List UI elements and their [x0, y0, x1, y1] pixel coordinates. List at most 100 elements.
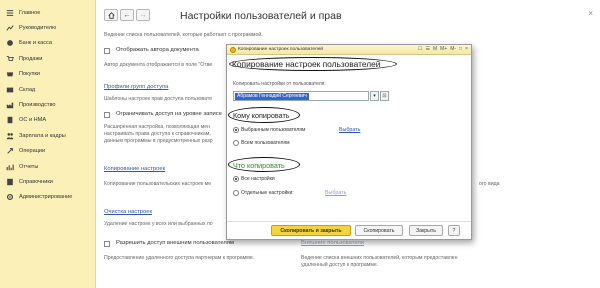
copy-button[interactable]: Скопировать — [355, 225, 403, 236]
sidebar-item-label: Продажи — [19, 55, 43, 62]
coin-icon — [6, 39, 14, 47]
sidebar-item-3[interactable]: Продажи — [0, 51, 95, 66]
app-logo-icon — [230, 46, 236, 53]
report-icon — [6, 163, 14, 171]
sidebar-item-label: Операции — [19, 148, 46, 155]
sidebar-item-12[interactable]: Администрирование — [0, 190, 95, 205]
external-users-link[interactable]: Внешние пользователи — [301, 240, 364, 246]
sidebar-item-4[interactable]: Покупки — [0, 67, 95, 82]
sidebar-item-2[interactable]: Банк и касса — [0, 36, 95, 51]
window-control-0[interactable]: ☐ — [418, 46, 422, 52]
sidebar-item-10[interactable]: Отчеты — [0, 159, 95, 174]
window-control-4[interactable]: M- — [450, 46, 456, 52]
sidebar-item-label: Отчеты — [19, 163, 39, 170]
radio-selected-settings-label: Отдельные настройки: — [241, 190, 294, 196]
window-control-3[interactable]: M+ — [440, 46, 447, 52]
clear-settings-desc: Удаление настроек у всех или выбранных п… — [104, 221, 213, 227]
window-control-6[interactable]: × — [465, 46, 468, 52]
sidebar-item-9[interactable]: Операции — [0, 144, 95, 159]
sidebar-item-label: Главное — [19, 9, 41, 16]
operations-icon — [6, 147, 14, 155]
sidebar-item-0[interactable]: Главное — [0, 5, 95, 20]
close-button[interactable]: Закрыть — [409, 225, 443, 236]
sidebar-item-6[interactable]: Производство — [0, 97, 95, 112]
copy-and-close-button[interactable]: Скопировать и закрыть — [271, 225, 351, 236]
sidebar-item-label: Производство — [19, 102, 56, 109]
external-users-desc-2: удаленный доступ к программе. — [301, 262, 379, 268]
sidebar-item-11[interactable]: Справочники — [0, 174, 95, 189]
home-icon — [107, 11, 115, 19]
sidebar-item-7[interactable]: ОС и НМА — [0, 113, 95, 128]
sidebar-item-5[interactable]: Склад — [0, 82, 95, 97]
close-icon[interactable]: × — [588, 9, 593, 18]
sidebar: Главное Руководителю Банк и касса Продажи По… — [0, 0, 96, 288]
gear-icon — [6, 193, 14, 201]
window-controls: ☐ ☰ M M+ M- □ × — [418, 46, 468, 52]
from-user-field[interactable]: Абрамов Геннадий Сергеевич — [233, 91, 369, 101]
restrict-desc-2: настраивать права доступа к справочникам… — [104, 131, 211, 137]
home-button[interactable] — [104, 9, 118, 21]
groups-desc: Шаблоны настроек прав доступа пользовате — [104, 96, 213, 102]
factory-icon — [6, 101, 14, 109]
to-select-link[interactable]: Выбрать — [339, 127, 360, 133]
help-button[interactable]: ? — [448, 225, 460, 236]
what-section-title: Что копировать — [233, 161, 285, 170]
show-author-checkbox[interactable] — [104, 48, 110, 54]
view-suffix: ого вида — [479, 181, 500, 187]
external-users-desc-1: Ведение списка внешних пользователей, ко… — [301, 255, 458, 261]
external-access-checkbox[interactable] — [104, 241, 110, 247]
forward-button[interactable]: → — [136, 9, 150, 21]
cart-icon — [6, 55, 14, 63]
radio-selected-settings[interactable]: Отдельные настройки: — [233, 190, 294, 196]
sidebar-item-8[interactable]: Зарплата и кадры — [0, 128, 95, 143]
dialog-footer-divider — [227, 221, 471, 222]
toolbar: ← → — [104, 9, 152, 21]
sidebar-item-label: Администрирование — [19, 194, 73, 201]
restrict-checkbox[interactable] — [104, 112, 110, 118]
radio-selected-users[interactable]: Выбранным пользователям — [233, 127, 305, 133]
copy-settings-dialog: Копирование настроек пользователей ☐ ☰ M M+… — [226, 44, 472, 240]
window-control-2[interactable]: M — [433, 46, 437, 52]
copy-settings-desc: Копирование пользовательских настроек ме — [104, 181, 212, 187]
from-user-open-button[interactable]: ⊡ — [380, 91, 389, 101]
dialog-heading: Копирование настроек пользователей — [232, 59, 381, 69]
restrict-desc-1: Расширенная настройка, позволяющая мен — [104, 124, 210, 130]
show-author-label: Отображать автора документа — [116, 47, 199, 53]
radio-selected-users-dot — [233, 127, 239, 133]
radio-all-users-label: Всем пользователям — [241, 140, 290, 146]
groups-link[interactable]: Профили групп доступа — [104, 84, 168, 90]
radio-all-users-dot — [233, 140, 239, 146]
radio-all-settings-label: Все настройки — [241, 176, 275, 182]
show-author-desc: Автор документа отображается в поле "Отв… — [104, 62, 213, 68]
book-icon — [6, 178, 14, 186]
people-icon — [6, 132, 14, 140]
radio-selected-users-label: Выбранным пользователям — [241, 127, 306, 133]
from-user-dropdown-button[interactable]: ▾ — [370, 91, 379, 101]
radio-all-settings-dot — [233, 176, 239, 182]
external-access-label: Разрешить доступ внешним пользователям — [116, 240, 234, 246]
page-title: Настройки пользователей и прав — [180, 10, 342, 22]
window-control-5[interactable]: □ — [459, 46, 462, 52]
radio-all-settings[interactable]: Все настройки — [233, 176, 275, 182]
from-user-label: Копировать настройки от пользователя: — [233, 81, 326, 87]
external-access-desc: Предоставление удаленного доступа партне… — [104, 255, 255, 261]
intro-text: Ведение списка пользователей, которые ра… — [104, 32, 263, 38]
sidebar-item-label: Справочники — [19, 178, 53, 185]
sidebar-item-label: ОС и НМА — [19, 117, 47, 124]
sidebar-item-1[interactable]: Руководителю — [0, 20, 95, 35]
sidebar-item-label: Руководителю — [19, 25, 57, 32]
clear-settings-link[interactable]: Очистка настроек — [104, 209, 152, 215]
restrict-desc-3: данным программы в предусмотренных разр — [104, 138, 213, 144]
menu-icon — [6, 9, 14, 17]
basket-icon — [6, 70, 14, 78]
warehouse-icon — [6, 86, 14, 94]
window-control-1[interactable]: ☰ — [425, 46, 429, 52]
sidebar-item-label: Покупки — [19, 71, 41, 78]
radio-selected-settings-dot — [233, 190, 239, 196]
dialog-titlebar: Копирование настроек пользователей ☐ ☰ M M+… — [227, 45, 471, 55]
back-button[interactable]: ← — [120, 9, 134, 21]
from-user-value: Абрамов Геннадий Сергеевич — [235, 93, 309, 100]
radio-all-users[interactable]: Всем пользователям — [233, 140, 290, 146]
copy-settings-link[interactable]: Копирование настроек — [104, 166, 165, 172]
what-select-link[interactable]: Выбрать — [325, 190, 346, 196]
